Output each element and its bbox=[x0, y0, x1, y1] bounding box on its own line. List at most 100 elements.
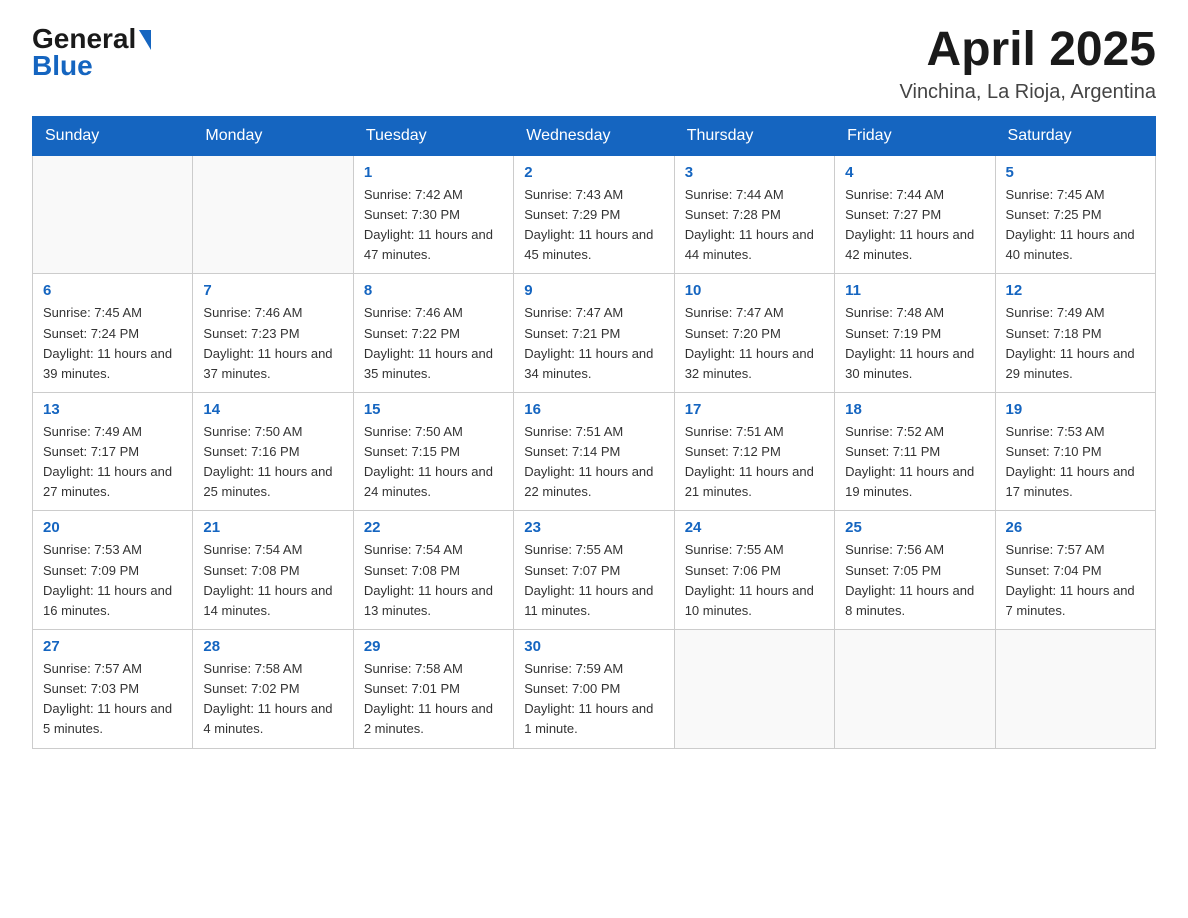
calendar-cell: 13Sunrise: 7:49 AMSunset: 7:17 PMDayligh… bbox=[33, 392, 193, 511]
day-info: Sunrise: 7:42 AMSunset: 7:30 PMDaylight:… bbox=[364, 185, 503, 266]
day-number: 8 bbox=[364, 282, 503, 299]
calendar-week-row: 6 Sunrise: 7:45 AMSunset: 7:24 PMDaylight… bbox=[33, 274, 1156, 393]
page-header: General Blue April 2025 Vinchina, La Rio… bbox=[32, 24, 1156, 104]
day-number: 12 bbox=[1006, 282, 1145, 299]
day-info: Sunrise: 7:49 AMSunset: 7:18 PMDaylight:… bbox=[1006, 303, 1145, 384]
logo-triangle-icon bbox=[139, 30, 151, 50]
day-info: Sunrise: 7:51 AMSunset: 7:14 PMDaylight:… bbox=[524, 422, 663, 503]
day-info: Sunrise: 7:57 AMSunset: 7:03 PMDaylight:… bbox=[43, 659, 182, 740]
day-number: 27 bbox=[43, 638, 182, 655]
title-section: April 2025 Vinchina, La Rioja, Argentina bbox=[900, 24, 1156, 104]
weekday-header-tuesday: Tuesday bbox=[353, 116, 513, 155]
calendar-cell: 12 Sunrise: 7:49 AMSunset: 7:18 PMDayligh… bbox=[995, 274, 1155, 393]
calendar-cell: 9Sunrise: 7:47 AMSunset: 7:21 PMDaylight… bbox=[514, 274, 674, 393]
weekday-header-thursday: Thursday bbox=[674, 116, 834, 155]
day-number: 16 bbox=[524, 401, 663, 418]
day-number: 13 bbox=[43, 401, 182, 418]
day-info: Sunrise: 7:52 AMSunset: 7:11 PMDaylight:… bbox=[845, 422, 984, 503]
calendar-cell: 30Sunrise: 7:59 AMSunset: 7:00 PMDayligh… bbox=[514, 630, 674, 749]
calendar-cell: 26 Sunrise: 7:57 AMSunset: 7:04 PMDayligh… bbox=[995, 511, 1155, 630]
calendar-cell bbox=[674, 630, 834, 749]
day-info: Sunrise: 7:51 AMSunset: 7:12 PMDaylight:… bbox=[685, 422, 824, 503]
calendar-cell: 27 Sunrise: 7:57 AMSunset: 7:03 PMDayligh… bbox=[33, 630, 193, 749]
day-info: Sunrise: 7:58 AMSunset: 7:01 PMDaylight:… bbox=[364, 659, 503, 740]
day-number: 15 bbox=[364, 401, 503, 418]
day-info: Sunrise: 7:57 AMSunset: 7:04 PMDaylight:… bbox=[1006, 540, 1145, 621]
logo: General Blue bbox=[32, 24, 151, 82]
calendar-cell: 2 Sunrise: 7:43 AMSunset: 7:29 PMDaylight… bbox=[514, 155, 674, 274]
day-number: 7 bbox=[203, 282, 342, 299]
day-number: 20 bbox=[43, 519, 182, 536]
calendar-week-row: 1 Sunrise: 7:42 AMSunset: 7:30 PMDaylight… bbox=[33, 155, 1156, 274]
calendar-cell: 28 Sunrise: 7:58 AMSunset: 7:02 PMDayligh… bbox=[193, 630, 353, 749]
day-info: Sunrise: 7:53 AMSunset: 7:09 PMDaylight:… bbox=[43, 540, 182, 621]
day-info: Sunrise: 7:55 AMSunset: 7:07 PMDaylight:… bbox=[524, 540, 663, 621]
calendar-cell: 15 Sunrise: 7:50 AMSunset: 7:15 PMDayligh… bbox=[353, 392, 513, 511]
calendar-cell: 24 Sunrise: 7:55 AMSunset: 7:06 PMDayligh… bbox=[674, 511, 834, 630]
weekday-header-friday: Friday bbox=[835, 116, 995, 155]
day-info: Sunrise: 7:44 AMSunset: 7:27 PMDaylight:… bbox=[845, 185, 984, 266]
calendar-cell: 6 Sunrise: 7:45 AMSunset: 7:24 PMDaylight… bbox=[33, 274, 193, 393]
day-number: 22 bbox=[364, 519, 503, 536]
calendar-cell bbox=[835, 630, 995, 749]
calendar-cell: 5 Sunrise: 7:45 AMSunset: 7:25 PMDaylight… bbox=[995, 155, 1155, 274]
calendar-cell: 29 Sunrise: 7:58 AMSunset: 7:01 PMDayligh… bbox=[353, 630, 513, 749]
day-info: Sunrise: 7:43 AMSunset: 7:29 PMDaylight:… bbox=[524, 185, 663, 266]
day-number: 5 bbox=[1006, 164, 1145, 181]
day-info: Sunrise: 7:55 AMSunset: 7:06 PMDaylight:… bbox=[685, 540, 824, 621]
day-info: Sunrise: 7:50 AMSunset: 7:16 PMDaylight:… bbox=[203, 422, 342, 503]
calendar-cell bbox=[33, 155, 193, 274]
day-number: 28 bbox=[203, 638, 342, 655]
logo-text: General Blue bbox=[32, 24, 151, 82]
page-subtitle: Vinchina, La Rioja, Argentina bbox=[900, 81, 1156, 104]
day-info: Sunrise: 7:56 AMSunset: 7:05 PMDaylight:… bbox=[845, 540, 984, 621]
calendar-table: SundayMondayTuesdayWednesdayThursdayFrid… bbox=[32, 116, 1156, 749]
day-number: 25 bbox=[845, 519, 984, 536]
day-number: 29 bbox=[364, 638, 503, 655]
day-number: 2 bbox=[524, 164, 663, 181]
calendar-cell: 20 Sunrise: 7:53 AMSunset: 7:09 PMDayligh… bbox=[33, 511, 193, 630]
day-number: 6 bbox=[43, 282, 182, 299]
day-number: 10 bbox=[685, 282, 824, 299]
weekday-header-monday: Monday bbox=[193, 116, 353, 155]
day-number: 21 bbox=[203, 519, 342, 536]
calendar-cell: 14 Sunrise: 7:50 AMSunset: 7:16 PMDayligh… bbox=[193, 392, 353, 511]
calendar-week-row: 13Sunrise: 7:49 AMSunset: 7:17 PMDayligh… bbox=[33, 392, 1156, 511]
day-number: 26 bbox=[1006, 519, 1145, 536]
day-number: 18 bbox=[845, 401, 984, 418]
calendar-cell: 19Sunrise: 7:53 AMSunset: 7:10 PMDayligh… bbox=[995, 392, 1155, 511]
day-info: Sunrise: 7:46 AMSunset: 7:22 PMDaylight:… bbox=[364, 303, 503, 384]
day-info: Sunrise: 7:47 AMSunset: 7:20 PMDaylight:… bbox=[685, 303, 824, 384]
calendar-week-row: 20 Sunrise: 7:53 AMSunset: 7:09 PMDayligh… bbox=[33, 511, 1156, 630]
weekday-header-saturday: Saturday bbox=[995, 116, 1155, 155]
calendar-cell: 21Sunrise: 7:54 AMSunset: 7:08 PMDayligh… bbox=[193, 511, 353, 630]
logo-blue-text: Blue bbox=[32, 51, 151, 82]
calendar-cell: 7 Sunrise: 7:46 AMSunset: 7:23 PMDaylight… bbox=[193, 274, 353, 393]
weekday-header-sunday: Sunday bbox=[33, 116, 193, 155]
calendar-cell: 8 Sunrise: 7:46 AMSunset: 7:22 PMDaylight… bbox=[353, 274, 513, 393]
day-number: 3 bbox=[685, 164, 824, 181]
day-info: Sunrise: 7:46 AMSunset: 7:23 PMDaylight:… bbox=[203, 303, 342, 384]
calendar-cell: 22Sunrise: 7:54 AMSunset: 7:08 PMDayligh… bbox=[353, 511, 513, 630]
day-info: Sunrise: 7:47 AMSunset: 7:21 PMDaylight:… bbox=[524, 303, 663, 384]
day-info: Sunrise: 7:58 AMSunset: 7:02 PMDaylight:… bbox=[203, 659, 342, 740]
calendar-cell: 16 Sunrise: 7:51 AMSunset: 7:14 PMDayligh… bbox=[514, 392, 674, 511]
calendar-cell: 17Sunrise: 7:51 AMSunset: 7:12 PMDayligh… bbox=[674, 392, 834, 511]
day-info: Sunrise: 7:53 AMSunset: 7:10 PMDaylight:… bbox=[1006, 422, 1145, 503]
day-number: 14 bbox=[203, 401, 342, 418]
page-title: April 2025 bbox=[900, 24, 1156, 77]
day-info: Sunrise: 7:50 AMSunset: 7:15 PMDaylight:… bbox=[364, 422, 503, 503]
weekday-header-row: SundayMondayTuesdayWednesdayThursdayFrid… bbox=[33, 116, 1156, 155]
calendar-cell: 23Sunrise: 7:55 AMSunset: 7:07 PMDayligh… bbox=[514, 511, 674, 630]
calendar-week-row: 27 Sunrise: 7:57 AMSunset: 7:03 PMDayligh… bbox=[33, 630, 1156, 749]
day-info: Sunrise: 7:45 AMSunset: 7:25 PMDaylight:… bbox=[1006, 185, 1145, 266]
day-info: Sunrise: 7:45 AMSunset: 7:24 PMDaylight:… bbox=[43, 303, 182, 384]
day-number: 1 bbox=[364, 164, 503, 181]
day-info: Sunrise: 7:48 AMSunset: 7:19 PMDaylight:… bbox=[845, 303, 984, 384]
calendar-cell: 11 Sunrise: 7:48 AMSunset: 7:19 PMDayligh… bbox=[835, 274, 995, 393]
day-number: 11 bbox=[845, 282, 984, 299]
day-number: 24 bbox=[685, 519, 824, 536]
weekday-header-wednesday: Wednesday bbox=[514, 116, 674, 155]
calendar-cell bbox=[193, 155, 353, 274]
calendar-cell: 1 Sunrise: 7:42 AMSunset: 7:30 PMDaylight… bbox=[353, 155, 513, 274]
